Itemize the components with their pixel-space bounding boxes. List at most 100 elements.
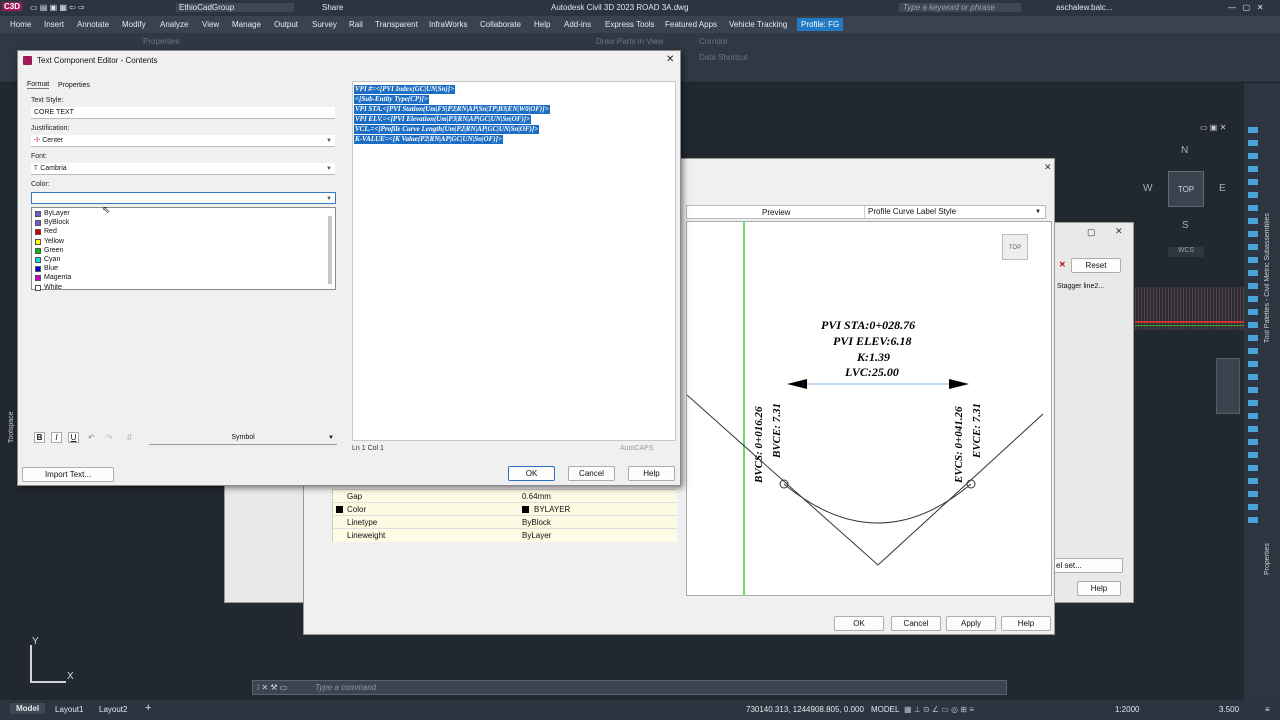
menu-tab-collaborate[interactable]: Collaborate [480, 20, 521, 29]
viewport-controls[interactable]: ▭ ▣ ✕ [1200, 123, 1226, 132]
bold-button[interactable]: B [34, 432, 45, 443]
toolspace-label[interactable]: Toolspace [8, 383, 16, 443]
text-style-field[interactable]: CORE TEXT [31, 107, 335, 119]
menu-tab-add-ins[interactable]: Add-ins [564, 20, 591, 29]
color-dropdown-list[interactable]: ByLayer ByBlock Red Yellow Green Cyan Blue Mage… [31, 207, 336, 293]
viewcube-top[interactable]: TOP [1168, 171, 1204, 207]
ribbon-data-shortcut[interactable]: Data Shortcut [699, 53, 748, 62]
help-button[interactable]: Help [628, 466, 675, 481]
tool-palettes-label[interactable]: Tool Palettes - Civil Metric Subassembli… [1264, 193, 1274, 343]
dialog-max-icon[interactable]: ▢ [1087, 227, 1096, 238]
menu-tab-vehicle-tracking[interactable]: Vehicle Tracking [729, 20, 787, 29]
status-tool-icons[interactable]: ▦ ⊥ ⊙ ∠ ▭ ◎ ⊞ ≡ [904, 705, 974, 714]
layout-tab[interactable]: Layout2 [99, 705, 127, 714]
reset-button[interactable]: Reset [1071, 258, 1121, 273]
layout-tab[interactable]: Layout1 [55, 705, 83, 714]
color-select[interactable]: ▼ [31, 192, 336, 204]
style-help-button[interactable]: Help [1001, 616, 1051, 631]
share-button[interactable]: Share [322, 3, 343, 12]
command-input[interactable]: Type a command [315, 683, 376, 692]
window-controls[interactable]: — ▢ ✕ [1228, 3, 1264, 12]
ribbon-corridor[interactable]: Corridor [699, 37, 728, 46]
style-dialog-close-icon[interactable]: ✕ [1044, 162, 1052, 173]
preview-style-select[interactable]: Profile Curve Label Style ▼ [864, 206, 1044, 218]
close-icon[interactable]: ✕ [666, 54, 674, 65]
ok-button[interactable]: OK [508, 466, 555, 481]
user-account[interactable]: aschalew.balc... [1056, 3, 1112, 12]
menu-tab-profile-fg[interactable]: Profile: FG [797, 18, 844, 31]
model-space-toggle[interactable]: MODEL [871, 705, 899, 714]
label-set-button[interactable]: el set... [1053, 558, 1123, 573]
navigation-bar[interactable] [1216, 358, 1240, 414]
menu-tab-express-tools[interactable]: Express Tools [605, 20, 655, 29]
viewcube-south[interactable]: S [1182, 220, 1189, 231]
color-option[interactable]: ByBlock [32, 219, 326, 228]
color-option[interactable]: Green [32, 247, 326, 256]
contents-editor[interactable]: VPI #=<[PVI Index(GC|UN|Sn)]> <[Sub-Entit… [352, 81, 676, 441]
add-layout-icon[interactable]: + [145, 702, 151, 714]
workspace-selector[interactable]: EthioCadGroup [176, 3, 294, 12]
symbol-menu[interactable]: Symbol ▼ [149, 432, 337, 445]
underline-button[interactable]: U [68, 432, 79, 443]
menu-tab-survey[interactable]: Survey [312, 20, 337, 29]
tab-format[interactable]: Format [27, 81, 50, 89]
back-help-button[interactable]: Help [1077, 581, 1121, 596]
autocaps-toggle[interactable]: AutoCAPS [620, 445, 653, 452]
list-scrollbar[interactable] [328, 216, 332, 284]
import-text-button[interactable]: Import Text... [22, 467, 114, 482]
stack-icon[interactable]: ⇵ [126, 433, 133, 442]
search-input[interactable]: Type a keyword or phrase [899, 3, 1021, 12]
units-value[interactable]: 3.500 [1219, 705, 1239, 714]
command-icons[interactable]: ⁞ ✕ ⚒ ▭ [257, 683, 287, 692]
preview-tab[interactable]: Preview [762, 208, 790, 217]
cancel-button[interactable]: Cancel [568, 466, 615, 481]
viewcube-east[interactable]: E [1219, 183, 1226, 194]
color-option[interactable]: Magenta [32, 274, 326, 283]
menu-tab-output[interactable]: Output [274, 20, 298, 29]
italic-button[interactable]: I [51, 432, 62, 443]
dialog-close-icon[interactable]: ✕ [1115, 226, 1123, 237]
command-line[interactable]: ⁞ ✕ ⚒ ▭ Type a command [252, 680, 1007, 695]
properties-palette-label[interactable]: Properties [1264, 535, 1274, 575]
viewcube-west[interactable]: W [1143, 183, 1152, 194]
font-select[interactable]: Ꭲ Cambria ▼ [31, 163, 335, 175]
style-cancel-button[interactable]: Cancel [891, 616, 941, 631]
quick-access-icons[interactable]: ▭ ▤ ▣ ▦ ⇦ ⇨ [30, 3, 85, 12]
redo-icon[interactable]: ↷ [106, 433, 113, 442]
menu-tab-modify[interactable]: Modify [122, 20, 146, 29]
wcs-menu[interactable]: WCS [1168, 247, 1204, 257]
color-option[interactable]: Cyan [32, 256, 326, 265]
menu-tab-featured-apps[interactable]: Featured Apps [665, 20, 717, 29]
prop-row[interactable]: Color BYLAYER [333, 503, 677, 516]
menu-tab-infraworks[interactable]: InfraWorks [429, 20, 468, 29]
style-ok-button[interactable]: OK [834, 616, 884, 631]
ribbon-draw-parts[interactable]: Draw Parts in View [596, 37, 663, 46]
menu-tab-manage[interactable]: Manage [232, 20, 261, 29]
menu-tab-analyze[interactable]: Analyze [160, 20, 188, 29]
prop-row[interactable]: Gap 0.64mm [333, 490, 677, 503]
prop-row[interactable]: Linetype ByBlock [333, 516, 677, 529]
model-tab[interactable]: Model [10, 703, 46, 714]
tab-properties[interactable]: Properties [58, 82, 90, 89]
color-option[interactable]: White [32, 284, 326, 293]
style-apply-button[interactable]: Apply [946, 616, 996, 631]
ribbon-properties[interactable]: Properties [143, 37, 179, 46]
app-badge[interactable]: C3D [2, 2, 23, 11]
menu-tab-view[interactable]: View [202, 20, 219, 29]
tool-palette-icons[interactable] [1248, 127, 1258, 527]
customize-icon[interactable]: ≡ [1265, 705, 1270, 714]
justification-select[interactable]: ☩ Center ▼ [31, 135, 335, 147]
color-option[interactable]: Blue [32, 265, 326, 274]
menu-tab-help[interactable]: Help [534, 20, 550, 29]
undo-icon[interactable]: ↶ [88, 433, 95, 442]
color-option[interactable]: Yellow [32, 238, 326, 247]
menu-tab-insert[interactable]: Insert [44, 20, 64, 29]
menu-tab-transparent[interactable]: Transparent [375, 20, 418, 29]
color-option[interactable]: ByLayer [32, 210, 326, 219]
delete-icon[interactable]: ✕ [1059, 260, 1066, 269]
menu-tab-home[interactable]: Home [10, 20, 31, 29]
prop-row[interactable]: Lineweight ByLayer [333, 529, 677, 542]
annotation-scale[interactable]: 1:2000 [1115, 705, 1139, 714]
color-option[interactable]: Red [32, 228, 326, 237]
menu-tab-annotate[interactable]: Annotate [77, 20, 109, 29]
